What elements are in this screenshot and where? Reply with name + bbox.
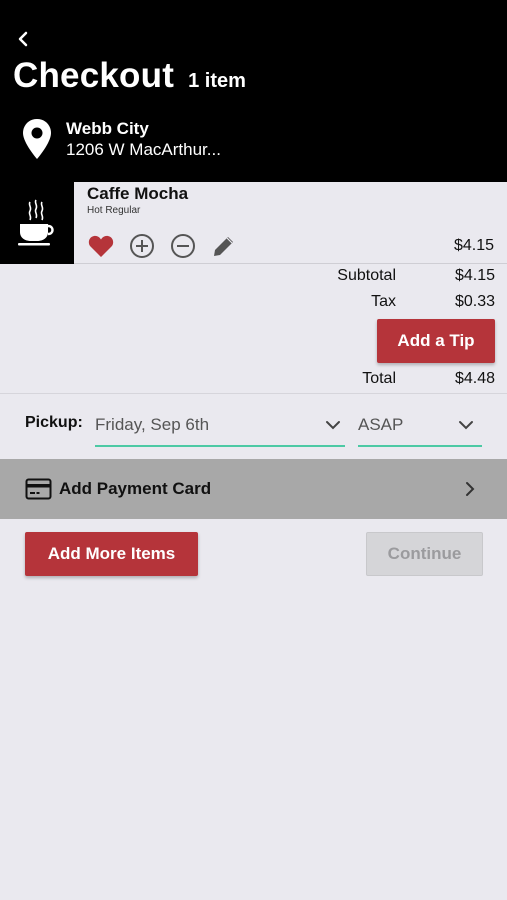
divider: [0, 393, 507, 394]
add-more-items-button[interactable]: Add More Items: [25, 532, 198, 576]
decrease-quantity-button[interactable]: [169, 232, 197, 260]
heart-icon: [88, 235, 114, 257]
map-pin-icon: [23, 119, 51, 159]
chevron-right-icon: [466, 482, 475, 496]
location-text: Webb City 1206 W MacArthur...: [66, 118, 221, 160]
item-actions: [87, 232, 251, 260]
title-row: Checkout 1 item: [13, 56, 246, 96]
pickup-time-select[interactable]: ASAP: [358, 405, 482, 447]
pickup-date-select[interactable]: Friday, Sep 6th: [95, 405, 345, 447]
cart-item: Caffe Mocha Hot Regular $4.15: [0, 182, 507, 264]
pencil-icon: [214, 237, 233, 256]
subtotal-label: Subtotal: [337, 267, 396, 284]
increase-quantity-button[interactable]: [128, 232, 156, 260]
item-thumbnail: [0, 182, 74, 264]
item-count: 1 item: [188, 70, 246, 92]
credit-card-icon: [25, 478, 52, 500]
chevron-left-icon: [18, 31, 28, 47]
checkout-screen: Checkout 1 item Webb City 1206 W MacArth…: [0, 0, 507, 900]
tax-label: Tax: [371, 293, 396, 310]
total-value: $4.48: [454, 370, 495, 387]
plus-circle-icon: [130, 234, 154, 258]
subtotal-value: $4.15: [454, 267, 495, 284]
pickup-label: Pickup:: [25, 414, 83, 431]
location-city: Webb City: [66, 119, 149, 138]
item-price: $4.15: [453, 237, 494, 254]
pickup-time-value: ASAP: [358, 415, 404, 434]
add-payment-card-row[interactable]: Add Payment Card: [0, 459, 507, 519]
location-address: 1206 W MacArthur...: [66, 140, 221, 159]
minus-circle-icon: [171, 234, 195, 258]
back-button[interactable]: [12, 28, 34, 50]
page-title: Checkout: [13, 56, 175, 95]
pickup-date-value: Friday, Sep 6th: [95, 415, 210, 434]
total-label: Total: [362, 370, 396, 387]
chevron-down-icon: [459, 421, 473, 430]
checkout-header: Checkout 1 item Webb City 1206 W MacArth…: [0, 0, 507, 182]
item-modifiers: Hot Regular: [87, 205, 141, 216]
payment-label: Add Payment Card: [59, 479, 212, 498]
favorite-button[interactable]: [87, 232, 115, 260]
continue-button[interactable]: Continue: [366, 532, 483, 576]
tax-value: $0.33: [454, 293, 495, 310]
store-location[interactable]: Webb City 1206 W MacArthur...: [22, 118, 221, 160]
chevron-down-icon: [326, 421, 340, 430]
item-body: Caffe Mocha Hot Regular $4.15: [74, 182, 507, 264]
edit-item-button[interactable]: [210, 232, 238, 260]
item-name: Caffe Mocha: [87, 184, 189, 203]
coffee-cup-icon: [18, 199, 54, 246]
add-tip-button[interactable]: Add a Tip: [377, 319, 495, 363]
